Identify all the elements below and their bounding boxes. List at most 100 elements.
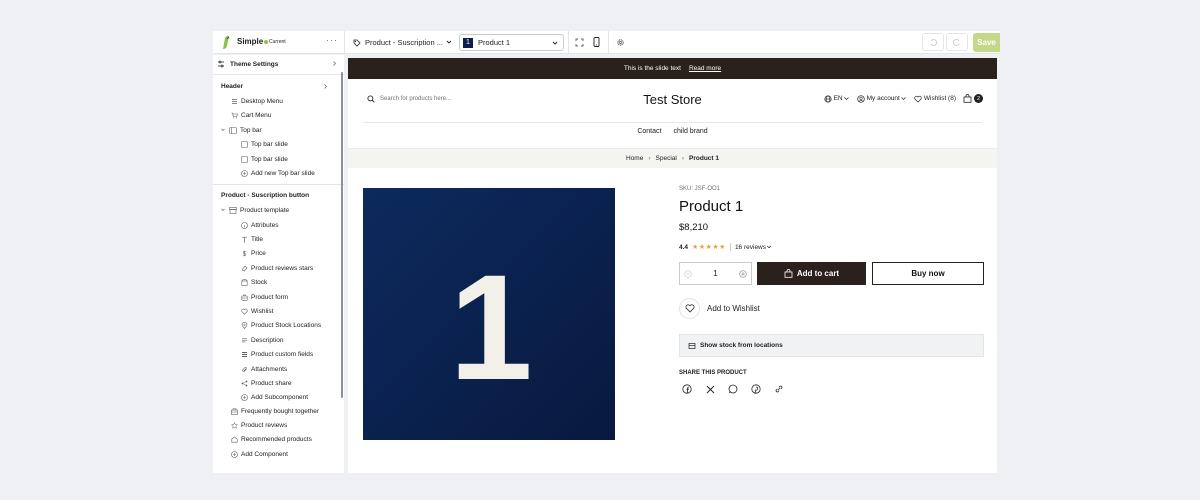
- sidebar-item-frequently-bought-together[interactable]: Frequently bought together: [230, 405, 319, 417]
- app-name: Simple: [237, 37, 264, 46]
- stock-locations-toggle[interactable]: Show stock from locations: [679, 334, 984, 357]
- whatsapp-icon[interactable]: [728, 384, 738, 394]
- sidebar-item-title[interactable]: Title: [240, 233, 263, 245]
- sidebar-item-description[interactable]: Description: [240, 334, 284, 346]
- fullscreen-icon[interactable]: [573, 36, 585, 48]
- sidebar-item-product-share[interactable]: Product share: [240, 377, 291, 389]
- sidebar-item-product-reviews[interactable]: Product reviews: [230, 419, 287, 431]
- link-icon[interactable]: [774, 384, 784, 394]
- template-select-label: Product - Suscription ...: [365, 38, 443, 47]
- chevron-down-icon[interactable]: [220, 207, 226, 213]
- nav-item-child-brand[interactable]: child brand: [673, 128, 707, 135]
- language-label: EN: [833, 95, 843, 102]
- sidebar-item-label: Top bar slide: [251, 140, 288, 148]
- products-icon: [230, 436, 238, 444]
- sidebar-item-desktop-menu[interactable]: Desktop Menu: [230, 95, 283, 107]
- header-actions: EN My account Wishlist (8) 2: [817, 94, 983, 103]
- divider: [729, 243, 731, 251]
- sidebar-item-label: Add new Top bar slide: [251, 169, 315, 177]
- sidebar-item-product-stock-locations[interactable]: Product Stock Locations: [240, 320, 321, 332]
- announcement-bar: This is the slide text Read more: [348, 58, 997, 79]
- sidebar-item-cart-menu[interactable]: Cart Menu: [230, 109, 271, 121]
- chevron-down-icon[interactable]: [220, 127, 226, 133]
- sidebar-item-product-custom-fields[interactable]: Product custom fields: [240, 349, 313, 361]
- header-section-title[interactable]: Header: [221, 83, 243, 90]
- share-title: SHARE THIS PRODUCT: [679, 370, 747, 376]
- sidebar-item-product-reviews-stars[interactable]: Product reviews stars: [240, 262, 313, 274]
- sidebar-item-attachments[interactable]: Attachments: [240, 363, 287, 375]
- wishlist-link[interactable]: Wishlist (8): [914, 95, 956, 103]
- plus-icon[interactable]: [739, 269, 747, 278]
- location-icon: [240, 322, 248, 330]
- undo-button[interactable]: [922, 33, 944, 51]
- ellipsis-icon[interactable]: ···: [326, 35, 338, 45]
- slide-icon: [240, 155, 248, 163]
- announcement-link[interactable]: Read more: [689, 65, 721, 72]
- sidebar-item-label: Wishlist: [251, 307, 274, 315]
- add-to-cart-button[interactable]: Add to cart: [757, 262, 866, 285]
- info-icon: [240, 221, 248, 229]
- theme-settings-item[interactable]: Theme Settings: [217, 58, 338, 70]
- heart-icon: [914, 95, 922, 102]
- sidebar-item-label: Product custom fields: [251, 351, 314, 359]
- nav-item-contact[interactable]: Contact: [637, 128, 661, 135]
- sidebar-item-top-bar-slide[interactable]: Top bar slide: [240, 138, 288, 150]
- chevron-down-icon: [843, 97, 849, 100]
- sidebar-item-label: Desktop Menu: [241, 97, 283, 105]
- buy-now-button[interactable]: Buy now: [872, 262, 984, 285]
- pinterest-icon[interactable]: [751, 384, 761, 394]
- chevron-down-icon[interactable]: [766, 244, 772, 250]
- breadcrumb-special[interactable]: Special: [656, 155, 677, 162]
- product-sku: SKU: JSF-OO1: [679, 186, 721, 192]
- chevron-right-icon: ›: [681, 155, 685, 162]
- product-rating: 4.4 ★★★★★ 16 reviews: [679, 243, 772, 251]
- cart-link[interactable]: 2: [963, 94, 983, 103]
- sidebar-item-wishlist[interactable]: Wishlist: [240, 305, 273, 317]
- add-to-wishlist-label: Add to Wishlist: [707, 304, 760, 313]
- sidebar-item-stock[interactable]: Stock: [240, 277, 267, 289]
- sidebar-item-add-subcomponent[interactable]: Add Subcomponent: [240, 392, 308, 404]
- add-to-cart-label: Add to cart: [796, 269, 840, 278]
- sidebar-item-product-template[interactable]: Product template: [220, 204, 289, 216]
- sidebar-item-top-bar[interactable]: Top bar: [220, 124, 262, 136]
- dollar-icon: [240, 250, 248, 258]
- reviews-link[interactable]: 16 reviews: [735, 244, 766, 251]
- breadcrumb: Home › Special › Product 1: [348, 148, 997, 168]
- redo-icon: [953, 39, 960, 46]
- gear-icon[interactable]: [614, 36, 626, 48]
- facebook-icon[interactable]: [682, 384, 692, 394]
- sidebar-item-recommended-products[interactable]: Recommended products: [230, 434, 312, 446]
- add-top-bar-slide-button[interactable]: Add new Top bar slide: [240, 167, 315, 179]
- share-buttons: [682, 384, 797, 394]
- product-select[interactable]: 1 Product 1: [459, 34, 564, 51]
- redo-button[interactable]: [946, 33, 968, 51]
- sidebar-item-label: Product share: [251, 379, 292, 387]
- template-select[interactable]: Product - Suscription ...: [350, 34, 456, 51]
- save-button[interactable]: Save: [973, 33, 1000, 52]
- bag-icon: [963, 94, 972, 103]
- sidebar-item-price[interactable]: Price: [240, 248, 266, 260]
- account-menu[interactable]: My account: [856, 94, 907, 103]
- account-label: My account: [866, 95, 900, 102]
- quantity-stepper[interactable]: 1: [679, 262, 752, 285]
- minus-icon[interactable]: [684, 269, 692, 278]
- sidebar-item-label: Add Component: [241, 450, 288, 458]
- x-icon[interactable]: [705, 384, 715, 394]
- product-thumbnail: 1: [463, 37, 473, 48]
- sidebar-item-product-form[interactable]: Product form: [240, 291, 288, 303]
- sidebar-item-attributes[interactable]: Attributes: [240, 219, 278, 231]
- sidebar-item-label: Attributes: [251, 221, 279, 229]
- mobile-icon[interactable]: [590, 36, 602, 48]
- breadcrumb-home[interactable]: Home: [626, 155, 643, 162]
- wishlist-label: Wishlist (8): [923, 95, 956, 102]
- sidebar-item-top-bar-slide[interactable]: Top bar slide: [240, 153, 288, 165]
- sidebar: Theme Settings Header Desktop Menu Cart …: [213, 55, 344, 473]
- quantity-value[interactable]: 1: [713, 269, 717, 278]
- add-to-wishlist-button[interactable]: Add to Wishlist: [679, 298, 760, 319]
- fields-icon: [240, 351, 248, 359]
- sidebar-scrollbar[interactable]: [341, 72, 343, 398]
- product-image[interactable]: 1: [363, 188, 615, 440]
- language-selector[interactable]: EN: [824, 94, 850, 103]
- chevron-right-icon[interactable]: [322, 83, 329, 90]
- sidebar-item-add-component[interactable]: Add Component: [230, 448, 288, 460]
